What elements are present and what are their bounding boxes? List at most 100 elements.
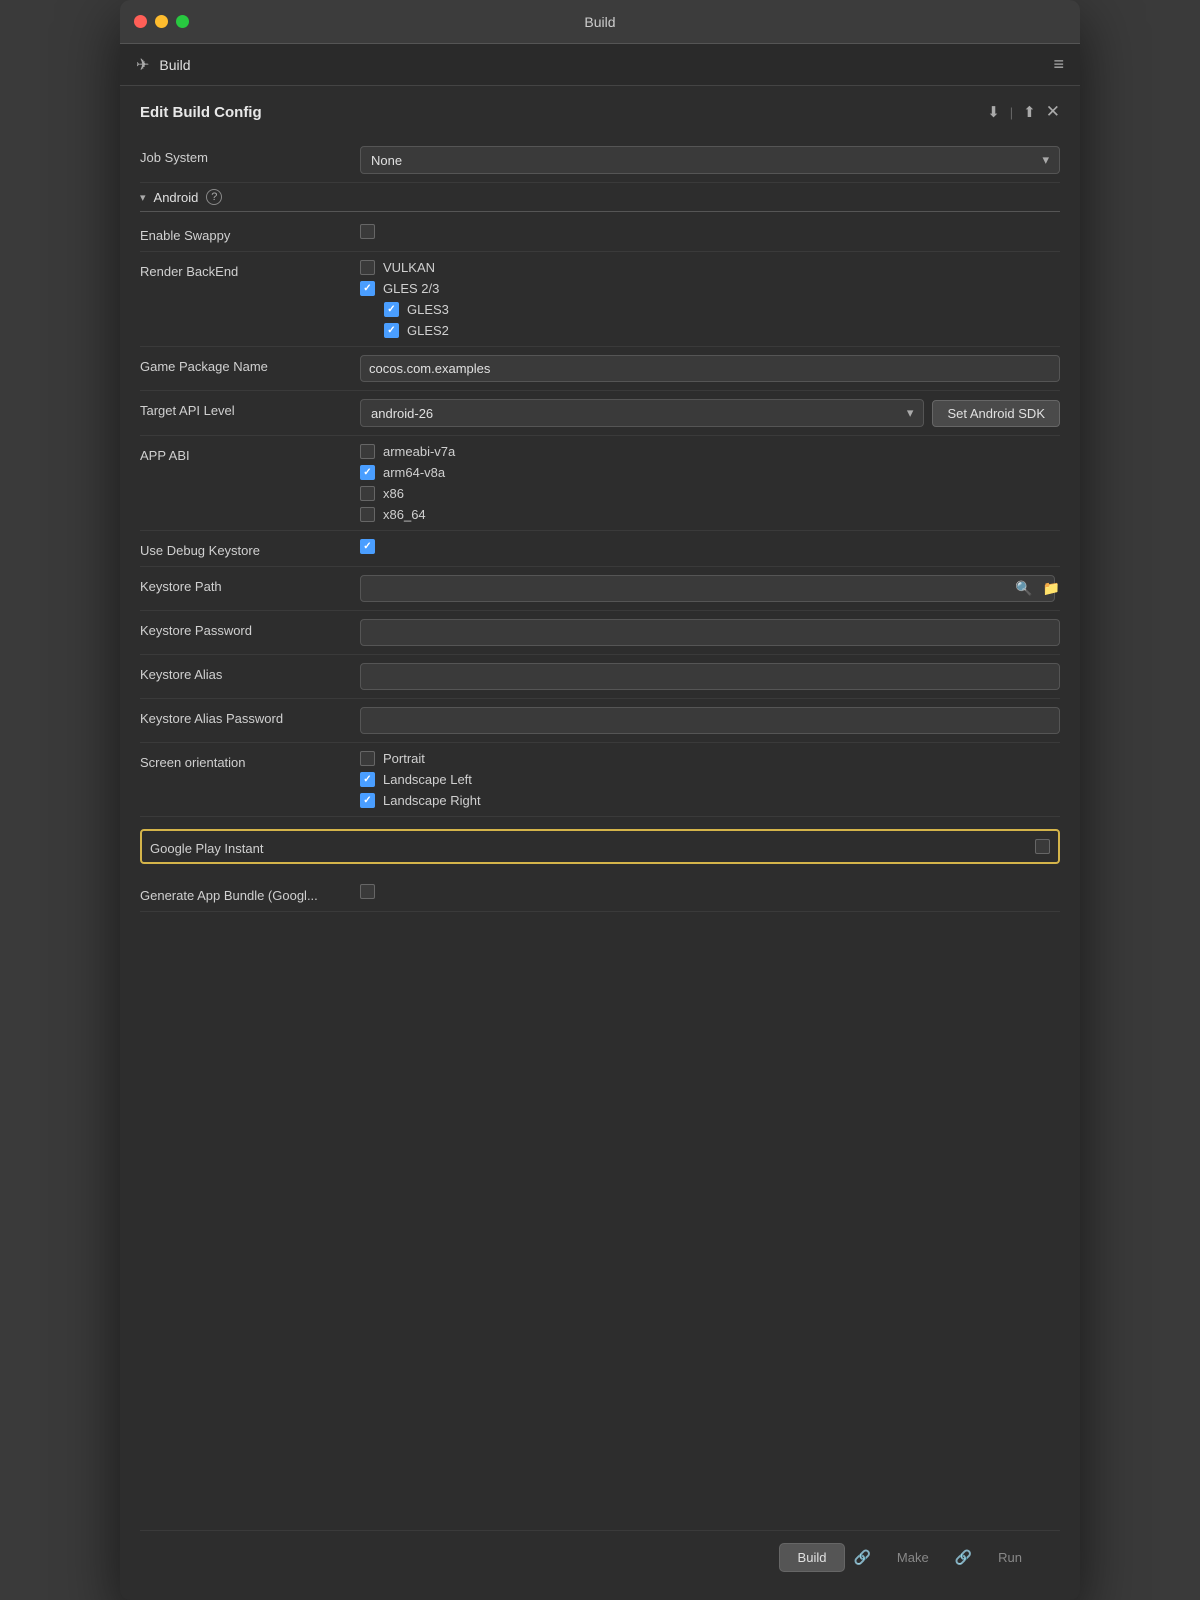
game-package-content xyxy=(360,355,1060,382)
maximize-window-btn[interactable] xyxy=(176,15,189,28)
main-window: Build ✈ Build ≡ Edit Build Config ⬇ | ⬆ … xyxy=(120,0,1080,1600)
job-system-value: None xyxy=(371,153,402,168)
export-icon[interactable]: ⬆ xyxy=(1023,103,1036,121)
x86-64-checkbox[interactable] xyxy=(360,507,375,522)
render-backend-content: VULKAN GLES 2/3 GLES3 GLES2 xyxy=(360,260,1060,338)
section-collapse-icon[interactable]: ▾ xyxy=(140,191,146,204)
gles23-label: GLES 2/3 xyxy=(383,281,439,296)
keystore-password-content xyxy=(360,619,1060,646)
titlebar: Build xyxy=(120,0,1080,44)
close-window-btn[interactable] xyxy=(134,15,147,28)
keystore-password-row: Keystore Password xyxy=(140,611,1060,655)
enable-swappy-label: Enable Swappy xyxy=(140,224,360,243)
debug-keystore-label: Use Debug Keystore xyxy=(140,539,360,558)
build-link-icon: 🔗 xyxy=(853,1549,870,1566)
screen-orientation-row: Screen orientation Portrait Landscape Le… xyxy=(140,743,1060,817)
panel-header: Edit Build Config ⬇ | ⬆ ✕ xyxy=(140,102,1060,122)
portrait-checkbox[interactable] xyxy=(360,751,375,766)
panel-header-actions: ⬇ | ⬆ ✕ xyxy=(987,102,1060,122)
close-panel-btn[interactable]: ✕ xyxy=(1046,102,1060,122)
job-system-dropdown[interactable]: None ▾ xyxy=(360,146,1060,174)
android-help-btn[interactable]: ? xyxy=(206,189,222,205)
enable-swappy-checkbox[interactable] xyxy=(360,224,375,239)
vulkan-checkbox[interactable] xyxy=(360,260,375,275)
keystore-password-input[interactable] xyxy=(360,619,1060,646)
landscape-left-checkbox[interactable] xyxy=(360,772,375,787)
run-btn[interactable]: Run xyxy=(980,1544,1040,1571)
gles3-checkbox[interactable] xyxy=(384,302,399,317)
keystore-alias-password-input[interactable] xyxy=(360,707,1060,734)
minimize-window-btn[interactable] xyxy=(155,15,168,28)
google-play-instant-label: Google Play Instant xyxy=(150,837,1023,856)
window-controls xyxy=(134,15,189,28)
x86-row: x86 xyxy=(360,486,1060,501)
keystore-path-input[interactable] xyxy=(360,575,1055,602)
app-abi-content: armeabi-v7a arm64-v8a x86 x86_64 xyxy=(360,444,1060,522)
hamburger-menu-btn[interactable]: ≡ xyxy=(1053,54,1064,75)
keystore-path-row: Keystore Path 🔍 📁 xyxy=(140,567,1060,611)
menubar-label: Build xyxy=(159,57,190,73)
make-link-icon: 🔗 xyxy=(955,1549,972,1566)
gles3-row: GLES3 xyxy=(360,302,1060,317)
x86-64-row: x86_64 xyxy=(360,507,1060,522)
enable-swappy-checkbox-row xyxy=(360,224,1060,239)
render-backend-row: Render BackEnd VULKAN GLES 2/3 GLES3 xyxy=(140,252,1060,347)
keystore-alias-row: Keystore Alias xyxy=(140,655,1060,699)
x86-64-label: x86_64 xyxy=(383,507,426,522)
screen-orientation-content: Portrait Landscape Left Landscape Right xyxy=(360,751,1060,808)
api-dropdown-arrow-icon: ▾ xyxy=(907,405,914,421)
game-package-input[interactable] xyxy=(360,355,1060,382)
google-play-instant-highlight: Google Play Instant xyxy=(140,829,1060,864)
keystore-alias-input[interactable] xyxy=(360,663,1060,690)
search-icon[interactable]: 🔍 xyxy=(1015,580,1032,597)
game-package-label: Game Package Name xyxy=(140,355,360,374)
android-section-label: Android xyxy=(154,190,199,205)
enable-swappy-row: Enable Swappy xyxy=(140,216,1060,252)
debug-keystore-checkbox-row xyxy=(360,539,1060,554)
enable-swappy-content xyxy=(360,224,1060,239)
google-play-instant-checkbox[interactable] xyxy=(1035,839,1050,854)
gles2-checkbox[interactable] xyxy=(384,323,399,338)
x86-label: x86 xyxy=(383,486,404,501)
gles3-label: GLES3 xyxy=(407,302,449,317)
arm64-v8a-checkbox[interactable] xyxy=(360,465,375,480)
debug-keystore-checkbox[interactable] xyxy=(360,539,375,554)
landscape-right-row: Landscape Right xyxy=(360,793,1060,808)
arm64-v8a-label: arm64-v8a xyxy=(383,465,445,480)
make-btn[interactable]: Make xyxy=(879,1544,947,1571)
set-android-sdk-btn[interactable]: Set Android SDK xyxy=(932,400,1060,427)
arm64-v8a-row: arm64-v8a xyxy=(360,465,1060,480)
generate-app-bundle-checkbox[interactable] xyxy=(360,884,375,899)
debug-keystore-row: Use Debug Keystore xyxy=(140,531,1060,567)
armeabi-v7a-label: armeabi-v7a xyxy=(383,444,455,459)
job-system-label: Job System xyxy=(140,146,360,165)
vulkan-row: VULKAN xyxy=(360,260,1060,275)
gles23-checkbox[interactable] xyxy=(360,281,375,296)
build-btn[interactable]: Build xyxy=(779,1543,846,1572)
edit-build-config-panel: Edit Build Config ⬇ | ⬆ ✕ Job System Non… xyxy=(120,86,1080,1600)
keystore-alias-password-content xyxy=(360,707,1060,734)
keystore-alias-content xyxy=(360,663,1060,690)
footer: Build 🔗 Make 🔗 Run xyxy=(140,1530,1060,1584)
generate-app-bundle-label: Generate App Bundle (Googl... xyxy=(140,884,360,903)
landscape-left-row: Landscape Left xyxy=(360,772,1060,787)
android-section-header: ▾ Android ? xyxy=(140,183,1060,212)
render-backend-label: Render BackEnd xyxy=(140,260,360,279)
portrait-row: Portrait xyxy=(360,751,1060,766)
landscape-right-label: Landscape Right xyxy=(383,793,481,808)
folder-icon[interactable]: 📁 xyxy=(1043,580,1060,597)
gles23-row: GLES 2/3 xyxy=(360,281,1060,296)
panel-title: Edit Build Config xyxy=(140,104,262,121)
vulkan-label: VULKAN xyxy=(383,260,435,275)
target-api-dropdown[interactable]: android-26 ▾ xyxy=(360,399,924,427)
api-row: android-26 ▾ Set Android SDK xyxy=(360,399,1060,427)
import-icon[interactable]: ⬇ xyxy=(987,103,1000,121)
x86-checkbox[interactable] xyxy=(360,486,375,501)
job-system-content: None ▾ xyxy=(360,146,1060,174)
armeabi-v7a-checkbox[interactable] xyxy=(360,444,375,459)
armeabi-v7a-row: armeabi-v7a xyxy=(360,444,1060,459)
keystore-password-label: Keystore Password xyxy=(140,619,360,638)
menubar-left: ✈ Build xyxy=(136,55,191,75)
debug-keystore-content xyxy=(360,539,1060,554)
landscape-right-checkbox[interactable] xyxy=(360,793,375,808)
